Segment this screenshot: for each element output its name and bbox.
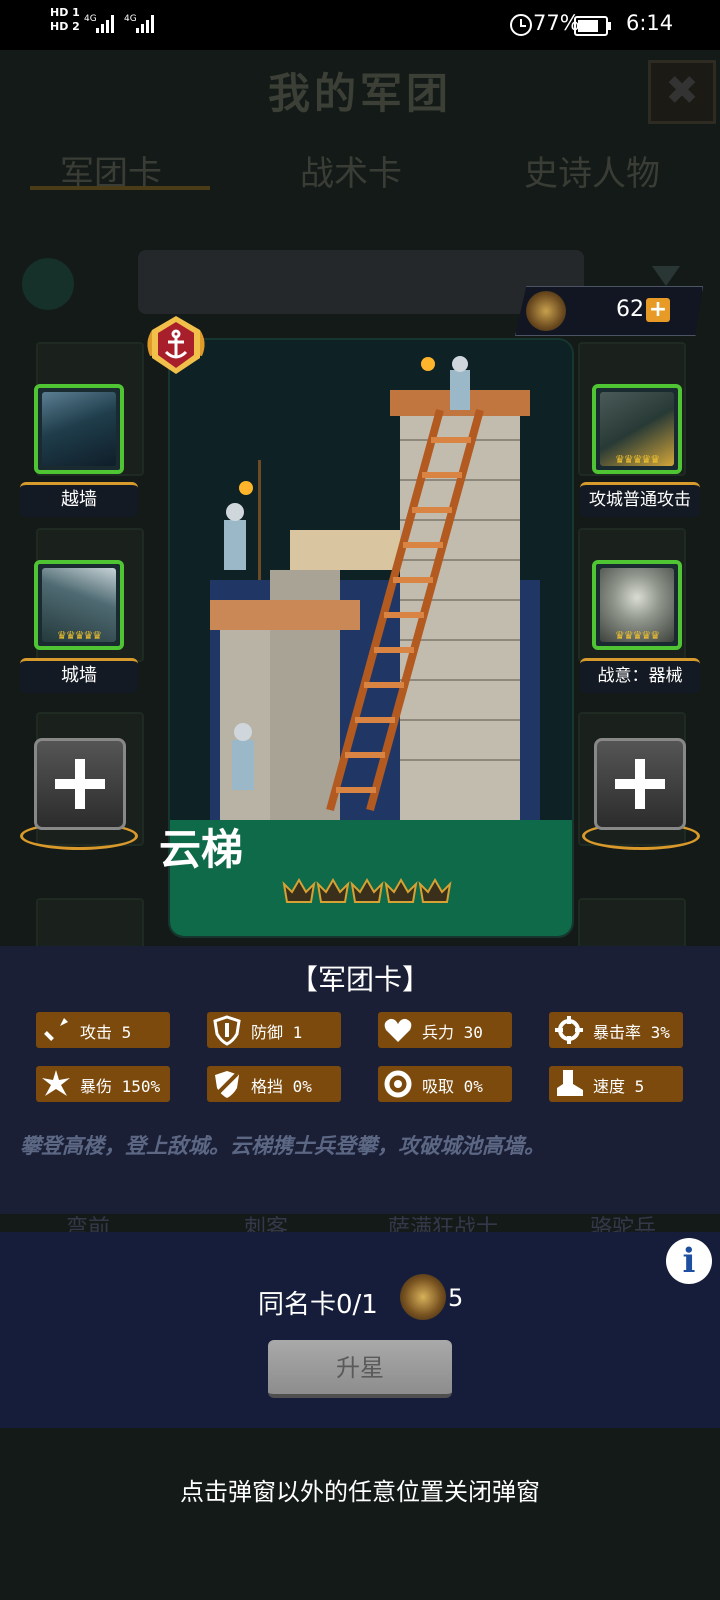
crown-star-icon: [316, 878, 350, 903]
plus-icon: [615, 759, 665, 809]
hd-indicator: HD 1 HD 2: [50, 6, 80, 34]
signal1-icon: 4G: [84, 14, 114, 33]
add-skill-button-right[interactable]: [594, 738, 686, 830]
stat-drain: 吸取 0%: [378, 1066, 512, 1102]
crown-icon: ♛♛♛♛♛: [614, 453, 660, 466]
stat-troops: 兵力 30: [378, 1012, 512, 1048]
skill-card-city-wall[interactable]: ♛♛♛♛♛: [34, 560, 124, 650]
crown-star-icon: [350, 878, 384, 903]
crown-icon: ♛♛♛♛♛: [56, 629, 102, 642]
stat-label: 吸取 0%: [422, 1077, 483, 1096]
boot-icon: [557, 1070, 583, 1096]
card-name: 云梯: [158, 825, 243, 874]
crown-icon: ♛♛♛♛♛: [614, 629, 660, 642]
clock: 6:14: [626, 11, 674, 35]
drain-icon: [384, 1070, 412, 1098]
info-icon[interactable]: i: [666, 1238, 712, 1284]
page-title: 我的军团: [267, 69, 452, 118]
stat-label: 暴击率 3%: [593, 1023, 670, 1042]
sword-icon: [44, 1018, 68, 1042]
burst-icon: [42, 1070, 70, 1096]
crown-star-icon: [282, 878, 316, 903]
stat-label: 速度 5: [593, 1077, 645, 1096]
skill-card-war-spirit[interactable]: ♛♛♛♛♛: [592, 560, 682, 650]
skill-card-wall-climb[interactable]: [34, 384, 124, 474]
medal-icon: [400, 1274, 446, 1320]
crown-star-icon: [418, 878, 452, 903]
add-currency-button[interactable]: +: [646, 298, 670, 322]
stat-attack: 攻击 5: [36, 1012, 170, 1048]
net1-label: 4G: [84, 14, 97, 24]
signal2-icon: 4G: [124, 14, 154, 33]
medal-icon: [526, 291, 566, 331]
currency-bar: 62 +: [515, 286, 703, 336]
stat-crit-rate: 暴击率 3%: [549, 1012, 683, 1048]
status-bar: HD 1 HD 2 4G 4G 77% 6:14: [0, 0, 720, 50]
star-rating: [282, 876, 452, 912]
filter-icon: [652, 266, 680, 286]
anchor-badge-icon: [147, 316, 205, 374]
search-bar: [138, 250, 584, 314]
shield-icon: [213, 1015, 241, 1046]
upgrade-star-button[interactable]: 升星: [268, 1340, 452, 1398]
stat-speed: 速度 5: [549, 1066, 683, 1102]
upgrade-cost: 5: [448, 1284, 464, 1312]
skill-art: [42, 392, 116, 466]
stat-label: 暴伤 150%: [80, 1077, 161, 1096]
currency-value: 62: [616, 297, 644, 322]
duplicate-card-count: 同名卡0/1: [258, 1290, 378, 1320]
tab-underline: [30, 186, 210, 190]
skill-label-city-wall: 城墙: [20, 658, 138, 693]
crosshair-icon: [555, 1016, 583, 1044]
stat-label: 防御 1: [251, 1023, 303, 1042]
close-button: ✖: [648, 60, 716, 124]
alarm-icon: [510, 14, 532, 36]
block-icon: [215, 1071, 239, 1098]
close-hint[interactable]: 点击弹窗以外的任意位置关闭弹窗: [0, 1472, 720, 1507]
skill-label-war-spirit: 战意：器械: [580, 658, 700, 693]
stat-label: 格挡 0%: [251, 1077, 312, 1096]
card-description: 攀登高楼，登上敌城。云梯携士兵登攀，攻破城池高墙。: [20, 1134, 545, 1158]
tab-tactic-cards: 战术卡: [300, 154, 402, 194]
net2-label: 4G: [124, 14, 137, 24]
battery-icon: [574, 16, 611, 36]
heart-icon: [384, 1018, 412, 1042]
stat-crit-damage: 暴伤 150%: [36, 1066, 170, 1102]
plus-icon: [55, 759, 105, 809]
hd2-label: HD 2: [50, 20, 80, 33]
battery-percent: 77%: [533, 11, 580, 35]
hd1-label: HD 1: [50, 6, 80, 19]
tab-epic-heroes: 史诗人物: [524, 154, 660, 194]
stat-block: 格挡 0%: [207, 1066, 341, 1102]
crown-star-icon: [384, 878, 418, 903]
stat-label: 兵力 30: [422, 1023, 483, 1042]
info-title: 【军团卡】: [289, 963, 430, 996]
skill-label-siege-attack: 攻城普通攻击: [580, 482, 700, 517]
skill-label-wall-climb: 越墙: [20, 482, 138, 517]
upgrade-panel: [0, 1232, 720, 1428]
list-icon: [22, 258, 74, 310]
stat-label: 攻击 5: [80, 1023, 132, 1042]
skill-card-siege-attack[interactable]: ♛♛♛♛♛: [592, 384, 682, 474]
stat-defense: 防御 1: [207, 1012, 341, 1048]
siege-ladder-illustration: [170, 340, 572, 820]
